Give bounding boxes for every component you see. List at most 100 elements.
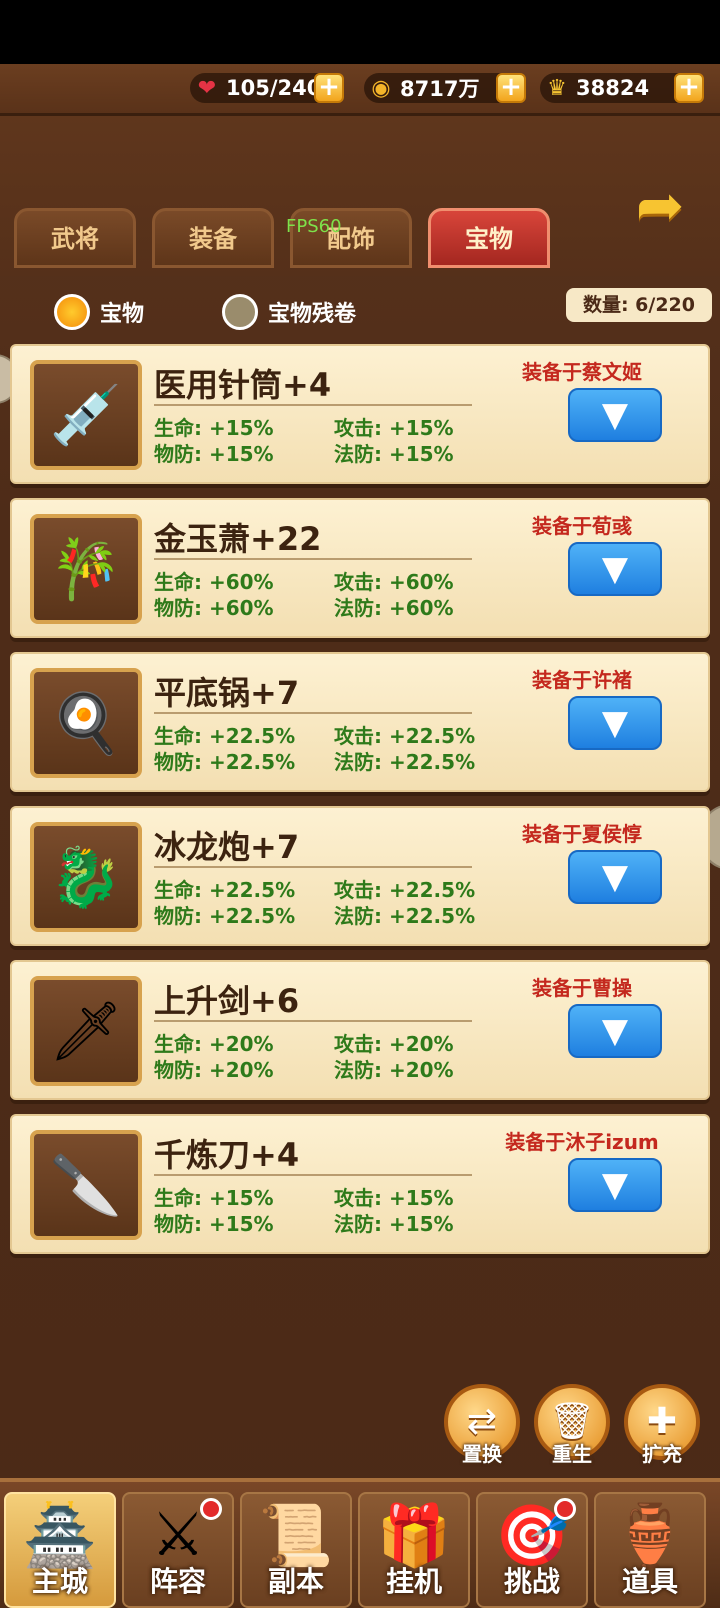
stat-hp: 生命: +60%	[154, 570, 274, 594]
divider	[154, 1174, 472, 1176]
treasure-screen: ❤ 105/240 + ◉ 8717万 + ♛ 38824 + 武将 装备 配饰…	[0, 64, 720, 1608]
swap-button[interactable]: ⇄ 置换	[442, 1384, 522, 1470]
treasure-card[interactable]: 🗡 上升剑+6 生命: +20% 攻击: +20% 物防: +20% 法防: +…	[10, 960, 710, 1100]
tab-equipment[interactable]: 装备	[152, 208, 274, 268]
stat-mdef: 法防: +15%	[334, 442, 454, 466]
add-coin-button[interactable]: +	[496, 73, 526, 103]
stat-hp: 生命: +15%	[154, 1186, 274, 1210]
rebirth-button[interactable]: 🗑 重生	[532, 1384, 612, 1470]
filter-treasure-label: 宝物	[100, 302, 145, 327]
treasure-card[interactable]: 🔪 千炼刀+4 生命: +15% 攻击: +15% 物防: +15% 法防: +…	[10, 1114, 710, 1254]
stat-mdef: 法防: +22.5%	[334, 904, 476, 928]
blade-icon: 🔪	[30, 1130, 142, 1240]
nav-dungeon[interactable]: 📜 副本	[240, 1492, 352, 1608]
nav-lineup[interactable]: ⚔ 阵容	[122, 1492, 234, 1608]
bottom-nav: 🏯 主城 ⚔ 阵容 📜 副本 🎁 挂机 🎯 挑战 🏺 道具	[0, 1478, 720, 1608]
hearts-icon: ❤	[197, 75, 217, 101]
stat-atk: 攻击: +15%	[334, 416, 454, 440]
stat-atk: 攻击: +22.5%	[334, 878, 476, 902]
nav-idle[interactable]: 🎁 挂机	[358, 1492, 470, 1608]
equipped-by: 装备于夏侯惇	[522, 822, 642, 846]
notification-badge	[200, 1498, 222, 1520]
equipped-by: 装备于曹操	[532, 976, 632, 1000]
expand-label: 扩充	[642, 1442, 682, 1466]
treasure-name: 金玉萧+22	[154, 520, 322, 558]
divider	[154, 712, 472, 714]
filter-row: 宝物 宝物残卷 数量: 6/220	[0, 276, 720, 336]
treasure-card[interactable]: 🎋 金玉萧+22 生命: +60% 攻击: +60% 物防: +60% 法防: …	[10, 498, 710, 638]
nav-challenge[interactable]: 🎯 挑战	[476, 1492, 588, 1608]
expand-dropdown-button[interactable]: ▼	[568, 850, 662, 904]
treasure-card[interactable]: 🐉 冰龙炮+7 生命: +22.5% 攻击: +22.5% 物防: +22.5%…	[10, 806, 710, 946]
coin-resource: ◉ 8717万 +	[364, 73, 526, 103]
divider	[154, 558, 472, 560]
divider	[154, 1020, 472, 1022]
equipped-by: 装备于蔡文姬	[522, 360, 642, 384]
stat-pdef: 物防: +22.5%	[154, 750, 296, 774]
tab-bar: 武将 装备 配饰 宝物 FPS60 ➦	[0, 116, 720, 276]
add-stamina-button[interactable]: +	[314, 73, 344, 103]
tab-generals[interactable]: 武将	[14, 208, 136, 268]
treasure-count: 数量: 6/220	[566, 288, 712, 322]
resource-bar: ❤ 105/240 + ◉ 8717万 + ♛ 38824 +	[0, 64, 720, 116]
stat-atk: 攻击: +60%	[334, 570, 454, 594]
filter-fragment-radio[interactable]: 宝物残卷	[222, 294, 356, 330]
add-ingot-button[interactable]: +	[674, 73, 704, 103]
nav-main-city[interactable]: 🏯 主城	[4, 1492, 116, 1608]
stamina-resource: ❤ 105/240 +	[190, 73, 344, 103]
treasure-name: 上升剑+6	[154, 982, 300, 1020]
stat-pdef: 物防: +60%	[154, 596, 274, 620]
expand-dropdown-button[interactable]: ▼	[568, 1158, 662, 1212]
flute-icon: 🎋	[30, 514, 142, 624]
stat-pdef: 物防: +15%	[154, 442, 274, 466]
stat-mdef: 法防: +60%	[334, 596, 454, 620]
nav-items[interactable]: 🏺 道具	[594, 1492, 706, 1608]
treasure-name: 平底锅+7	[154, 674, 300, 712]
notification-badge	[554, 1498, 576, 1520]
coin-icon: ◉	[371, 75, 391, 101]
gold-ingot-icon: ♛	[547, 75, 567, 101]
filter-fragment-label: 宝物残卷	[268, 302, 357, 327]
filter-treasure-radio[interactable]: 宝物	[54, 294, 144, 330]
expand-dropdown-button[interactable]: ▼	[568, 542, 662, 596]
rebirth-label: 重生	[552, 1442, 592, 1466]
stat-hp: 生命: +20%	[154, 1032, 274, 1056]
equipped-by: 装备于许褚	[532, 668, 632, 692]
stat-hp: 生命: +22.5%	[154, 878, 296, 902]
divider	[154, 404, 472, 406]
stat-hp: 生命: +15%	[154, 416, 274, 440]
expand-dropdown-button[interactable]: ▼	[568, 1004, 662, 1058]
nav-label: 挑战	[503, 1565, 560, 1598]
expand-dropdown-button[interactable]: ▼	[568, 696, 662, 750]
equipped-by: 装备于荀彧	[532, 514, 632, 538]
status-bar	[0, 0, 720, 64]
stat-atk: 攻击: +20%	[334, 1032, 454, 1056]
back-arrow-icon[interactable]: ➦	[624, 176, 696, 236]
treasure-name: 医用针筒+4	[154, 366, 332, 404]
stat-pdef: 物防: +20%	[154, 1058, 274, 1082]
expand-dropdown-button[interactable]: ▼	[568, 388, 662, 442]
sword-icon: 🗡	[30, 976, 142, 1086]
nav-label: 挂机	[385, 1565, 442, 1598]
treasure-card[interactable]: 🍳 平底锅+7 生命: +22.5% 攻击: +22.5% 物防: +22.5%…	[10, 652, 710, 792]
treasure-name: 千炼刀+4	[154, 1136, 300, 1174]
ingot-resource: ♛ 38824 +	[540, 73, 704, 103]
treasure-card[interactable]: 💉 医用针筒+4 生命: +15% 攻击: +15% 物防: +15% 法防: …	[10, 344, 710, 484]
coin-value: 8717万	[400, 77, 480, 101]
stat-mdef: 法防: +15%	[334, 1212, 454, 1236]
nav-label: 主城	[31, 1565, 88, 1598]
frying-pan-icon: 🍳	[30, 668, 142, 778]
equipped-by: 装备于沐子izum	[505, 1130, 659, 1154]
treasure-name: 冰龙炮+7	[154, 828, 300, 866]
syringe-icon: 💉	[30, 360, 142, 470]
stat-hp: 生命: +22.5%	[154, 724, 296, 748]
stat-pdef: 物防: +15%	[154, 1212, 274, 1236]
stamina-value: 105/240	[226, 76, 322, 100]
stat-pdef: 物防: +22.5%	[154, 904, 296, 928]
stat-mdef: 法防: +22.5%	[334, 750, 476, 774]
nav-label: 阵容	[149, 1565, 206, 1598]
expand-button[interactable]: ✚ 扩充	[622, 1384, 702, 1470]
fps-counter: FPS60	[286, 216, 342, 237]
tab-treasures[interactable]: 宝物	[428, 208, 550, 268]
radio-selected-icon	[54, 294, 90, 330]
